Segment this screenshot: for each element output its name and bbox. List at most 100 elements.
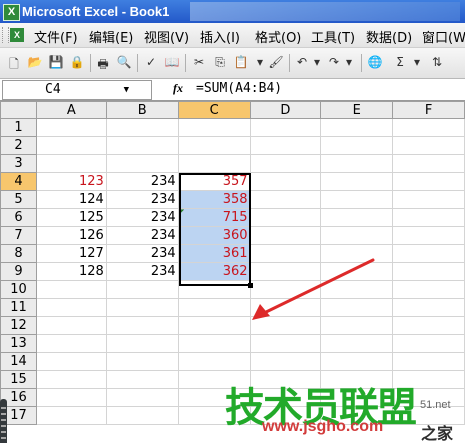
- cell-c[interactable]: [177, 154, 251, 173]
- redo-dropdown-icon[interactable]: ▾: [341, 55, 357, 71]
- cell-e[interactable]: [320, 118, 394, 137]
- cell-d[interactable]: [249, 136, 322, 155]
- cell-a[interactable]: 127: [35, 244, 107, 263]
- cell-e[interactable]: [320, 298, 394, 317]
- column-header-c[interactable]: C: [177, 101, 251, 119]
- autosum-dropdown-icon[interactable]: ▾: [409, 55, 425, 71]
- cell-d[interactable]: [249, 118, 322, 137]
- cell-b[interactable]: [105, 298, 179, 317]
- cell-a[interactable]: 124: [35, 190, 107, 209]
- cell-c[interactable]: [177, 280, 251, 299]
- sort-ascending-icon[interactable]: ⇅: [429, 55, 445, 71]
- cell-e[interactable]: [320, 190, 394, 209]
- cell-d[interactable]: [249, 172, 322, 191]
- undo-dropdown-icon[interactable]: ▾: [309, 55, 325, 71]
- spelling-icon[interactable]: ✓: [143, 55, 159, 71]
- cell-d[interactable]: [249, 298, 322, 317]
- cell-e[interactable]: [320, 280, 394, 299]
- cell-f[interactable]: [392, 280, 465, 299]
- format-painter-icon[interactable]: 🖌: [268, 55, 284, 71]
- cell-a[interactable]: [35, 370, 107, 389]
- cell-d[interactable]: [249, 280, 322, 299]
- copy-icon[interactable]: ⎘: [212, 55, 228, 71]
- cell-c[interactable]: 715: [177, 208, 251, 227]
- cell-b[interactable]: [105, 334, 179, 353]
- column-header-e[interactable]: E: [320, 101, 394, 119]
- cell-b[interactable]: [105, 154, 179, 173]
- cell-a[interactable]: [35, 334, 107, 353]
- cell-e[interactable]: [320, 262, 394, 281]
- cell-d[interactable]: [249, 316, 322, 335]
- row-header[interactable]: 5: [0, 190, 37, 209]
- row-header[interactable]: 15: [0, 370, 37, 389]
- undo-icon[interactable]: ↶: [294, 55, 310, 71]
- menu-edit[interactable]: 编辑(E): [89, 27, 133, 46]
- cell-d[interactable]: [249, 244, 322, 263]
- cell-f[interactable]: [392, 154, 465, 173]
- menu-tools[interactable]: 工具(T): [311, 27, 355, 46]
- row-header[interactable]: 13: [0, 334, 37, 353]
- cell-e[interactable]: [320, 244, 394, 263]
- cell-d[interactable]: [249, 208, 322, 227]
- cell-f[interactable]: [392, 226, 465, 245]
- column-header-b[interactable]: B: [105, 101, 179, 119]
- cell-b[interactable]: 234: [105, 244, 179, 263]
- column-header-f[interactable]: F: [392, 101, 465, 119]
- menu-view[interactable]: 视图(V): [144, 27, 189, 46]
- excel-app-icon[interactable]: X: [3, 4, 20, 21]
- new-icon[interactable]: 🗋: [6, 55, 22, 71]
- cell-f[interactable]: [392, 136, 465, 155]
- cell-b[interactable]: [105, 280, 179, 299]
- row-header[interactable]: 14: [0, 352, 37, 371]
- menu-insert[interactable]: 插入(I): [200, 27, 240, 46]
- cell-d[interactable]: [249, 262, 322, 281]
- cell-a[interactable]: [35, 316, 107, 335]
- cell-a[interactable]: [35, 280, 107, 299]
- cell-f[interactable]: [392, 190, 465, 209]
- cell-f[interactable]: [392, 262, 465, 281]
- cell-f[interactable]: [392, 316, 465, 335]
- menu-data[interactable]: 数据(D): [366, 27, 412, 46]
- cell-b[interactable]: 234: [105, 226, 179, 245]
- cell-a[interactable]: [35, 388, 107, 407]
- cell-b[interactable]: 234: [105, 190, 179, 209]
- menu-format[interactable]: 格式(O): [255, 27, 301, 46]
- name-box-dropdown-icon[interactable]: ▼: [124, 85, 129, 95]
- autosum-icon[interactable]: Σ: [392, 55, 408, 71]
- cell-a[interactable]: [35, 136, 107, 155]
- row-header[interactable]: 1: [0, 118, 37, 137]
- cell-a[interactable]: 125: [35, 208, 107, 227]
- cell-c[interactable]: [177, 298, 251, 317]
- column-header-a[interactable]: A: [35, 101, 107, 119]
- cell-b[interactable]: [105, 316, 179, 335]
- cell-c[interactable]: 357: [177, 172, 251, 191]
- menu-file[interactable]: 文件(F): [34, 27, 78, 46]
- workbook-icon[interactable]: X: [10, 28, 24, 42]
- cell-f[interactable]: [392, 244, 465, 263]
- row-header[interactable]: 6: [0, 208, 37, 227]
- cell-f[interactable]: [392, 352, 465, 371]
- cell-d[interactable]: [249, 190, 322, 209]
- cell-e[interactable]: [320, 226, 394, 245]
- cell-e[interactable]: [320, 136, 394, 155]
- fill-handle[interactable]: [248, 283, 253, 288]
- cell-c[interactable]: [177, 316, 251, 335]
- menu-grip-handle[interactable]: [2, 27, 9, 43]
- cell-e[interactable]: [320, 154, 394, 173]
- cell-b[interactable]: 234: [105, 172, 179, 191]
- open-icon[interactable]: 📂: [27, 55, 43, 71]
- left-scroll-handle[interactable]: [0, 399, 7, 443]
- row-header[interactable]: 4: [0, 172, 37, 191]
- cell-f[interactable]: [392, 172, 465, 191]
- cell-b[interactable]: [105, 370, 179, 389]
- cell-e[interactable]: [320, 316, 394, 335]
- row-header[interactable]: 11: [0, 298, 37, 317]
- row-header[interactable]: 8: [0, 244, 37, 263]
- paste-icon[interactable]: 📋: [233, 55, 249, 71]
- cell-c[interactable]: [177, 352, 251, 371]
- row-header[interactable]: 3: [0, 154, 37, 173]
- cell-b[interactable]: 234: [105, 262, 179, 281]
- cell-b[interactable]: [105, 136, 179, 155]
- cell-c[interactable]: 362: [177, 262, 251, 281]
- cell-d[interactable]: [249, 352, 322, 371]
